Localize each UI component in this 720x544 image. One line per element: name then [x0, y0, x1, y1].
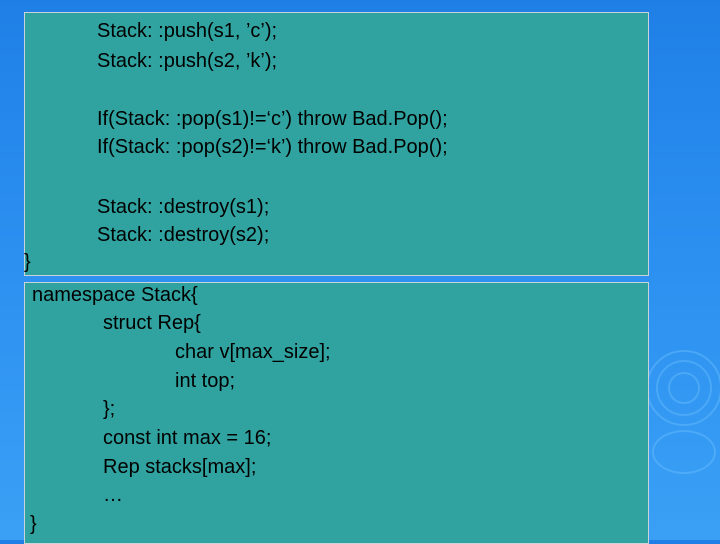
code-line: char v[max_size]; [175, 341, 331, 363]
ripple-decoration [646, 350, 720, 426]
closing-brace: } [24, 251, 31, 273]
code-line: namespace Stack{ [32, 284, 198, 306]
code-line: Stack: :push(s2, ’k’); [97, 50, 278, 72]
code-line: Rep stacks[max]; [103, 456, 257, 478]
ripple-decoration [652, 430, 716, 474]
code-line: Stack: :push(s1, ’c’); [97, 20, 278, 42]
closing-brace: } [30, 513, 37, 535]
code-line: Stack: :destroy(s2); [97, 224, 270, 246]
code-line: If(Stack: :pop(s1)!=‘c’) throw Bad.Pop()… [97, 108, 448, 130]
code-line: }; [103, 398, 116, 420]
code-line: struct Rep{ [103, 312, 201, 334]
code-line: … [103, 484, 123, 506]
code-line: Stack: :destroy(s1); [97, 196, 270, 218]
code-line: const int max = 16; [103, 427, 272, 449]
code-line: int top; [175, 370, 236, 392]
code-line: If(Stack: :pop(s2)!=‘k’) throw Bad.Pop()… [97, 136, 448, 158]
